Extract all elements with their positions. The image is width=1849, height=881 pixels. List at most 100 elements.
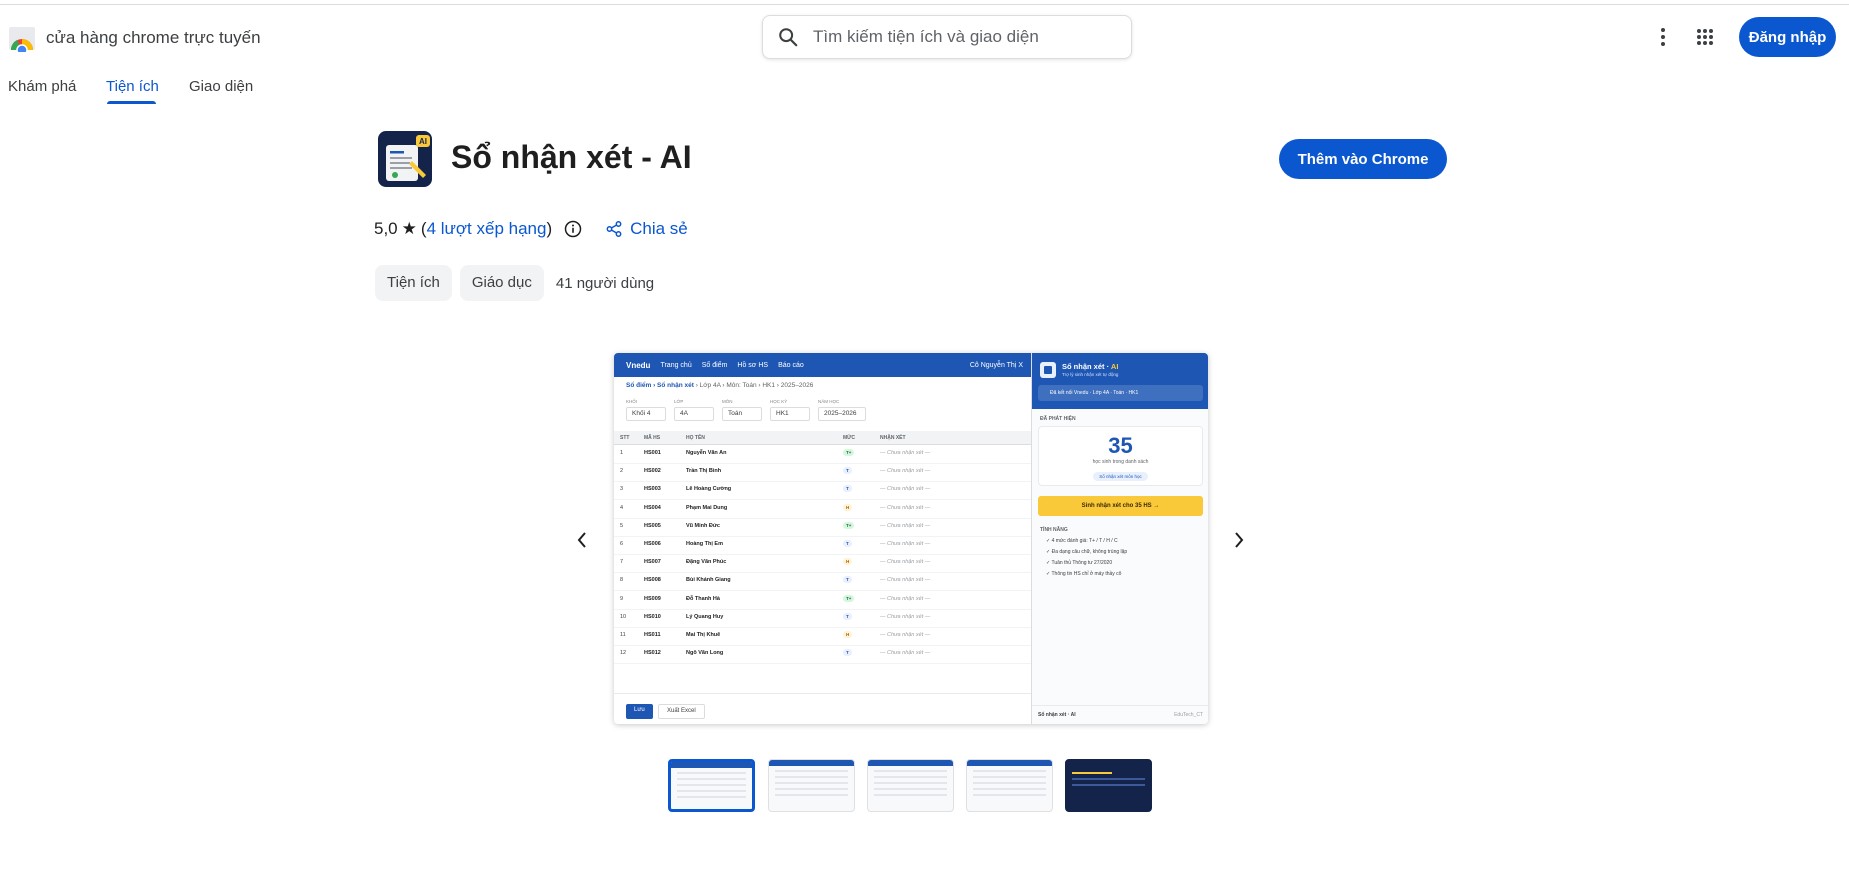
shot-table-row: 3 HS003 Lê Hoàng Cường T — Chưa nhận xét — bbox=[614, 482, 1031, 501]
shot-cell-name: Bùi Khánh Giang bbox=[686, 577, 731, 584]
shot-breadcrumb: Sổ điểm › Sổ nhận xét › Lớp 4A › Môn: To… bbox=[626, 382, 813, 389]
chip-education[interactable]: Giáo dục bbox=[459, 265, 544, 301]
chip-extension[interactable]: Tiện ích bbox=[375, 265, 452, 301]
shot-cell-stt: 5 bbox=[620, 522, 624, 529]
shot-cell-id: HS005 bbox=[644, 522, 661, 529]
shot-filter-value: HK1 bbox=[770, 407, 810, 421]
screenshot-main: Vnedu Trang chủ Sổ điểm Hồ sơ HS Báo cáo… bbox=[614, 353, 1208, 724]
shot-cell-stt: 8 bbox=[620, 577, 624, 584]
shot-filter-label: NĂM HỌC bbox=[818, 399, 840, 404]
shot-table-row: 8 HS008 Bùi Khánh Giang T — Chưa nhận xét — bbox=[614, 573, 1031, 592]
shot-count: 35 bbox=[1108, 433, 1133, 458]
category-chips: Tiện ích Giáo dục 41 người dùng bbox=[375, 265, 654, 301]
shot-filter-value: Khối 4 bbox=[626, 407, 666, 421]
share-button[interactable]: Chia sẻ bbox=[606, 219, 688, 239]
shot-cell-stt: 10 bbox=[620, 613, 627, 620]
shot-user: Cô Nguyễn Thị X bbox=[969, 361, 1023, 369]
more-options-icon[interactable] bbox=[1650, 24, 1676, 50]
info-icon[interactable] bbox=[564, 220, 582, 238]
close-paren: ) bbox=[546, 219, 553, 238]
active-tab-indicator bbox=[107, 101, 156, 104]
tab-discover[interactable]: Khám phá bbox=[8, 78, 76, 95]
shot-table-row: 11 HS011 Mai Thị Khuê H — Chưa nhận xét — bbox=[614, 628, 1031, 646]
shot-nav-link: Trang chủ bbox=[660, 361, 692, 369]
shot-cell-id: HS011 bbox=[644, 632, 661, 638]
shot-cell-level: T bbox=[843, 467, 852, 475]
shot-nav-bar: Vnedu Trang chủ Sổ điểm Hồ sơ HS Báo cáo… bbox=[614, 353, 1031, 377]
thumbnail-2[interactable] bbox=[768, 759, 855, 812]
shot-export-button: Xuất Excel bbox=[658, 704, 705, 719]
shot-cell-stt: 9 bbox=[620, 595, 624, 602]
shot-cell-level: T bbox=[843, 485, 852, 493]
search-input[interactable] bbox=[813, 27, 1103, 47]
shot-cell-level: H bbox=[843, 558, 853, 566]
share-icon bbox=[606, 221, 622, 237]
shot-filter: KHỐI Khối 4 bbox=[626, 399, 666, 421]
carousel-prev-icon[interactable] bbox=[569, 527, 595, 553]
shot-cell-stt: 1 bbox=[620, 450, 624, 456]
shot-cell-name: Phạm Mai Dung bbox=[686, 504, 728, 511]
shot-count-card: 35 học sinh trong danh sách Sổ nhận xét … bbox=[1038, 426, 1203, 486]
shot-cell-stt: 3 bbox=[620, 486, 624, 493]
shot-filter: LỚP 4A bbox=[674, 399, 714, 421]
apps-grid-icon[interactable] bbox=[1692, 24, 1718, 50]
shot-cell-id: HS012 bbox=[644, 650, 661, 657]
shot-cell-id: HS003 bbox=[644, 486, 661, 493]
shot-cell-name: Nguyễn Văn An bbox=[686, 450, 727, 456]
shot-cell-name: Đặng Văn Phúc bbox=[686, 559, 727, 566]
thumbnail-5[interactable] bbox=[1065, 759, 1152, 812]
shot-filter: NĂM HỌC 2025–2026 bbox=[818, 399, 866, 421]
shot-nav-link: Sổ điểm bbox=[701, 361, 728, 369]
shot-table-row: 12 HS012 Ngô Văn Long T — Chưa nhận xét — bbox=[614, 646, 1031, 665]
shot-panel-footer-left: Sổ nhận xét · AI bbox=[1038, 712, 1076, 718]
tab-themes[interactable]: Giao diện bbox=[189, 78, 253, 95]
shot-filter: HỌC KỲ HK1 bbox=[770, 399, 810, 421]
sign-in-button[interactable]: Đăng nhập bbox=[1739, 17, 1836, 57]
shot-cell-name: Lý Quang Huy bbox=[686, 613, 724, 620]
shot-cell-name: Đỗ Thanh Hà bbox=[686, 595, 720, 602]
shot-cell-comment: — Chưa nhận xét — bbox=[880, 559, 931, 566]
shot-panel-footer: Sổ nhận xét · AI EduTech_CT bbox=[1032, 705, 1208, 724]
shot-panel-footer-right: EduTech_CT bbox=[1174, 712, 1203, 718]
shot-cell-name: Lê Hoàng Cường bbox=[686, 486, 732, 493]
shot-table-row: 10 HS010 Lý Quang Huy T — Chưa nhận xét — bbox=[614, 610, 1031, 628]
shot-side-panel: Sổ nhận xét · AI Trợ lý sinh nhận xét tự… bbox=[1031, 353, 1208, 724]
shot-cell-id: HS008 bbox=[644, 577, 661, 584]
svg-text:AI: AI bbox=[419, 137, 427, 146]
shot-feature: ✓ Thông tin HS chỉ ở máy thầy cô bbox=[1046, 571, 1122, 577]
shot-filter-label: LỚP bbox=[674, 399, 684, 404]
shot-cell-name: Ngô Văn Long bbox=[686, 650, 724, 657]
shot-cell-comment: — Chưa nhận xét — bbox=[880, 595, 931, 602]
shot-panel-header: Sổ nhận xét · AI Trợ lý sinh nhận xét tự… bbox=[1032, 353, 1208, 409]
extension-title: Sổ nhận xét - AI bbox=[451, 139, 692, 175]
shot-panel-subtitle: Trợ lý sinh nhận xét tự động bbox=[1062, 372, 1119, 377]
shot-filter-label: MÔN bbox=[722, 399, 733, 404]
shot-cell-id: HS004 bbox=[644, 504, 661, 511]
shot-features-label: TÍNH NĂNG bbox=[1040, 527, 1068, 533]
shot-cell-comment: — Chưa nhận xét — bbox=[880, 577, 931, 584]
add-to-chrome-button[interactable]: Thêm vào Chrome bbox=[1279, 139, 1447, 179]
shot-cell-comment: — Chưa nhận xét — bbox=[880, 541, 931, 547]
search-icon bbox=[779, 28, 798, 47]
ratings-link[interactable]: 4 lượt xếp hạng bbox=[427, 219, 547, 239]
thumbnail-1[interactable] bbox=[668, 759, 755, 812]
shot-panel-connection: Đã kết nối Vnedu · Lớp 4A · Toán · HK1 bbox=[1038, 385, 1203, 401]
carousel-next-icon[interactable] bbox=[1226, 527, 1252, 553]
shot-table-row: 5 HS005 Vũ Minh Đức T+ — Chưa nhận xét — bbox=[614, 519, 1031, 537]
shot-filter-value: Toán bbox=[722, 407, 762, 421]
user-count: 41 người dùng bbox=[555, 274, 655, 292]
shot-cell-level: H bbox=[843, 503, 853, 511]
tab-extensions[interactable]: Tiện ích bbox=[106, 78, 159, 95]
shot-cell-level: T bbox=[843, 649, 852, 657]
shot-cell-comment: — Chưa nhận xét — bbox=[880, 650, 931, 657]
shot-nav-link: Hồ sơ HS bbox=[737, 361, 769, 369]
thumbnail-4[interactable] bbox=[966, 759, 1053, 812]
shot-panel-title-ai: AI bbox=[1110, 362, 1119, 371]
shot-save-button: Lưu bbox=[626, 704, 653, 719]
shot-cell-stt: 2 bbox=[620, 468, 624, 475]
shot-cell-id: HS006 bbox=[644, 541, 661, 547]
thumbnail-3[interactable] bbox=[867, 759, 954, 812]
search-box[interactable] bbox=[762, 15, 1132, 59]
store-brand[interactable]: cửa hàng chrome trực tuyến bbox=[8, 24, 261, 52]
shot-cell-id: HS010 bbox=[644, 613, 661, 620]
